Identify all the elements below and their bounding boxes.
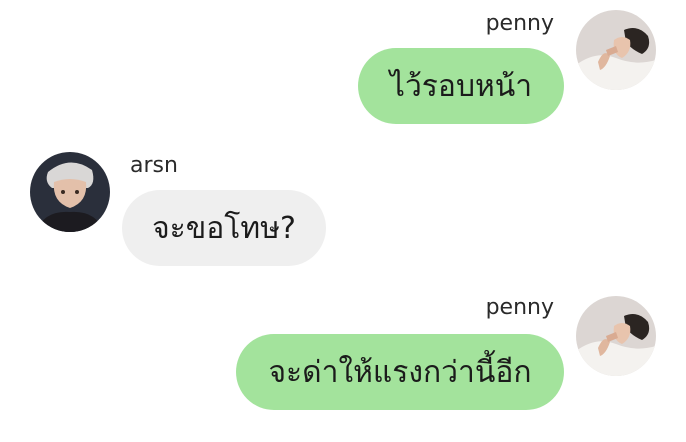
message-incoming: arsn จะขอโทษ? [0, 140, 686, 270]
message-bubble[interactable]: ไว้รอบหน้า [358, 48, 564, 124]
sender-name: penny [485, 295, 554, 320]
sender-name: arsn [130, 153, 178, 178]
avatar-photo [576, 296, 656, 376]
message-bubble[interactable]: จะขอโทษ? [122, 190, 326, 266]
message-outgoing: penny จะด่าให้แรงกว่านี้อีก [0, 286, 686, 416]
avatar-photo [30, 152, 110, 232]
avatar-photo [576, 10, 656, 90]
chat-thread: penny ไว้รอบหน้า arsn จะขอโทษ? penny จะด… [0, 0, 686, 442]
avatar-penny[interactable] [576, 10, 656, 90]
message-bubble[interactable]: จะด่าให้แรงกว่านี้อีก [236, 334, 564, 410]
avatar-penny[interactable] [576, 296, 656, 376]
sender-name: penny [485, 11, 554, 36]
message-outgoing: penny ไว้รอบหน้า [0, 0, 686, 130]
avatar-arsn[interactable] [30, 152, 110, 232]
